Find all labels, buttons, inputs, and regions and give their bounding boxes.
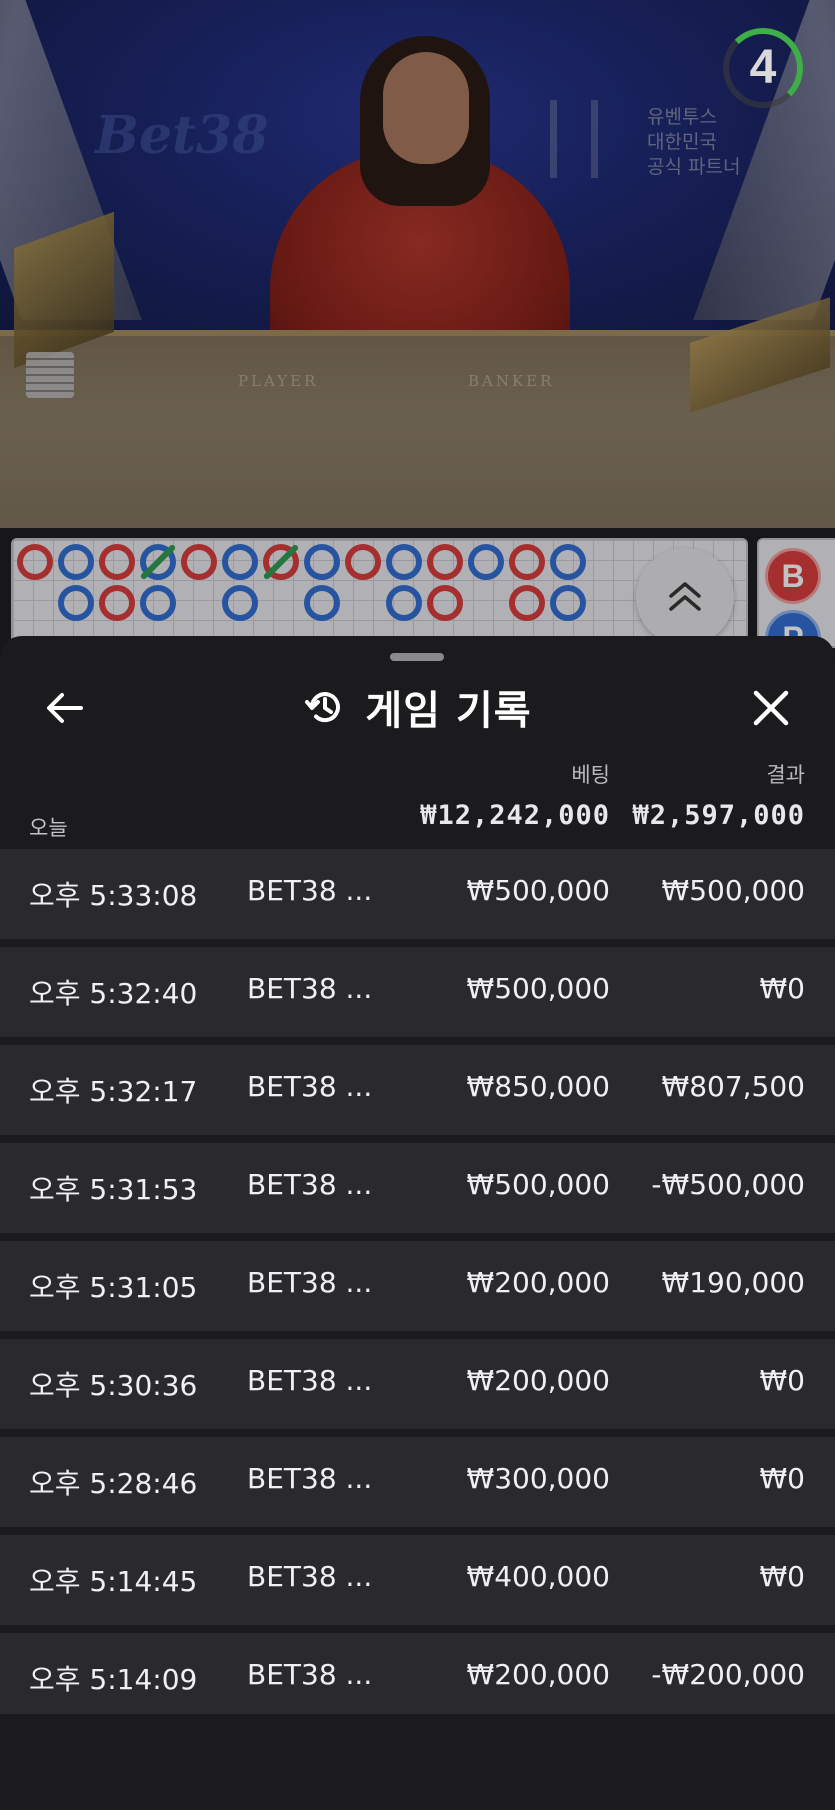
row-bet: ₩500,000 (466, 874, 610, 907)
row-game: BET38 ... (247, 1070, 373, 1103)
row-result: -₩200,000 (651, 1658, 805, 1691)
history-row[interactable]: 오후 5:14:09 BET38 ... ₩200,000 -₩200,000 (0, 1633, 835, 1723)
row-game: BET38 ... (247, 1364, 373, 1397)
row-time: 오후 5:30:36 (29, 1369, 198, 1402)
live-video-stream: Bet38 유벤투스 대한민국 공식 파트너 PLAYER BANKER (0, 0, 835, 528)
row-result: -₩500,000 (651, 1168, 805, 1201)
column-header-result: 결과 (766, 763, 805, 787)
history-row[interactable]: 오후 5:31:53 BET38 ... ₩500,000 -₩500,000 (0, 1143, 835, 1233)
list-end-spacer (0, 1714, 835, 1810)
row-bet: ₩500,000 (466, 1168, 610, 1201)
row-game: BET38 ... (247, 1462, 373, 1495)
result-total: ₩2,597,000 (632, 800, 805, 831)
timer-value: 4 (749, 41, 777, 94)
row-result: ₩0 (759, 1462, 806, 1495)
game-history-sheet: 게임 기록 베팅 결과 오늘 ₩12,242,000 ₩2,597,000 오후… (0, 636, 835, 1810)
row-result: ₩0 (759, 1364, 806, 1397)
row-bet: ₩200,000 (466, 1658, 610, 1691)
row-time: 오후 5:31:53 (29, 1173, 198, 1206)
sheet-drag-handle[interactable] (390, 653, 444, 661)
page-title: 게임 기록 (365, 688, 532, 734)
sheet-header: 게임 기록 (0, 678, 835, 738)
row-time: 오후 5:32:17 (29, 1075, 198, 1108)
bet-total: ₩12,242,000 (420, 800, 610, 831)
row-time: 오후 5:28:46 (29, 1467, 198, 1500)
history-row[interactable]: 오후 5:31:05 BET38 ... ₩200,000 ₩190,000 (0, 1241, 835, 1331)
column-header-bet: 베팅 (571, 763, 610, 787)
row-bet: ₩300,000 (466, 1462, 610, 1495)
history-row[interactable]: 오후 5:32:40 BET38 ... ₩500,000 ₩0 (0, 947, 835, 1037)
row-game: BET38 ... (247, 874, 373, 907)
history-icon (305, 692, 341, 723)
row-result: ₩807,500 (661, 1070, 805, 1103)
row-result: ₩500,000 (661, 874, 805, 907)
row-bet: ₩400,000 (466, 1560, 610, 1593)
row-game: BET38 ... (247, 1266, 373, 1299)
close-button[interactable] (746, 683, 796, 733)
date-group-label: 오늘 (29, 816, 68, 840)
row-result: ₩0 (759, 972, 806, 1005)
row-time: 오후 5:32:40 (29, 977, 198, 1010)
video-dim-overlay (0, 0, 835, 528)
row-result: ₩0 (759, 1560, 806, 1593)
row-time: 오후 5:14:45 (29, 1565, 198, 1598)
history-list: 오후 5:33:08 BET38 ... ₩500,000 ₩500,000 오… (0, 849, 835, 1731)
row-game: BET38 ... (247, 972, 373, 1005)
row-game: BET38 ... (247, 1560, 373, 1593)
close-icon (753, 690, 789, 726)
row-bet: ₩200,000 (466, 1364, 610, 1397)
row-bet: ₩200,000 (466, 1266, 610, 1299)
history-row[interactable]: 오후 5:28:46 BET38 ... ₩300,000 ₩0 (0, 1437, 835, 1527)
history-row[interactable]: 오후 5:30:36 BET38 ... ₩200,000 ₩0 (0, 1339, 835, 1429)
history-row[interactable]: 오후 5:32:17 BET38 ... ₩850,000 ₩807,500 (0, 1045, 835, 1135)
row-game: BET38 ... (247, 1658, 373, 1691)
row-bet: ₩850,000 (466, 1070, 610, 1103)
row-time: 오후 5:31:05 (29, 1271, 198, 1304)
history-row[interactable]: 오후 5:33:08 BET38 ... ₩500,000 ₩500,000 (0, 849, 835, 939)
betting-timer: 4 (723, 28, 803, 108)
row-result: ₩190,000 (661, 1266, 805, 1299)
row-game: BET38 ... (247, 1168, 373, 1201)
row-time: 오후 5:33:08 (29, 879, 198, 912)
history-row[interactable]: 오후 5:14:45 BET38 ... ₩400,000 ₩0 (0, 1535, 835, 1625)
row-bet: ₩500,000 (466, 972, 610, 1005)
row-time: 오후 5:14:09 (29, 1663, 198, 1696)
